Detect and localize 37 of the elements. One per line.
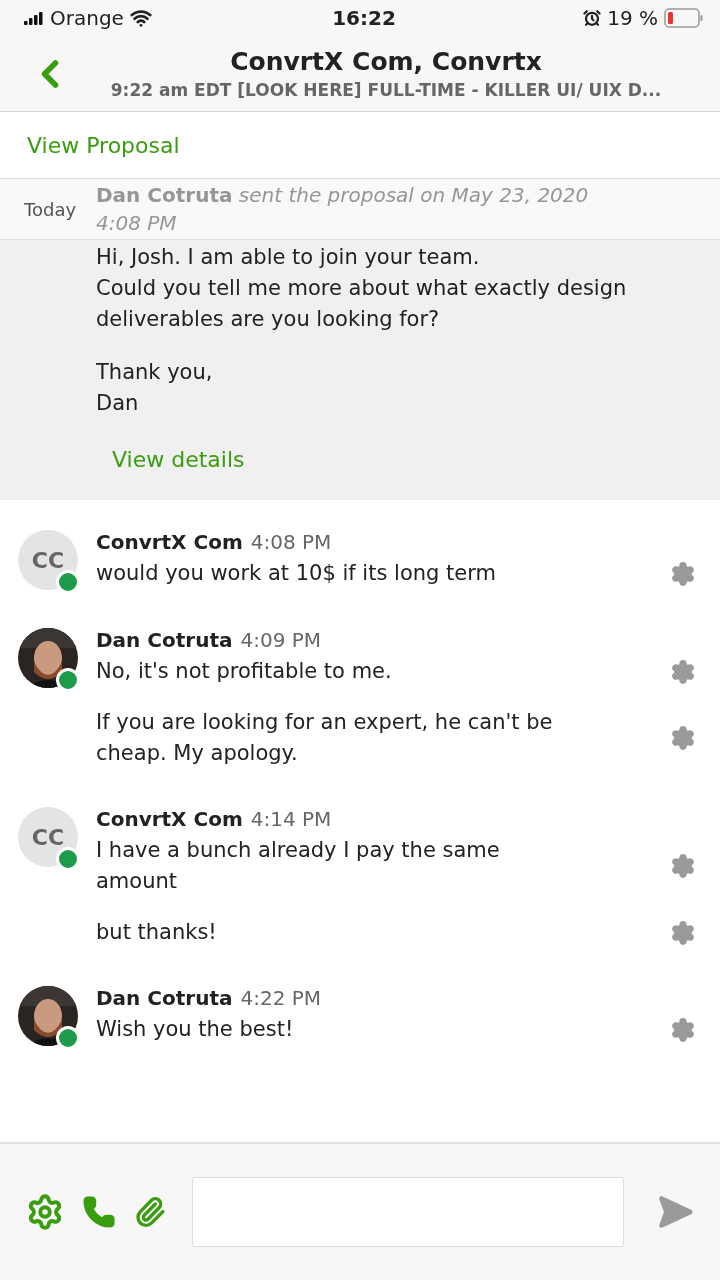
send-icon[interactable] — [656, 1193, 694, 1231]
view-details-link[interactable]: View details — [112, 447, 245, 472]
sender-name: ConvrtX Com — [96, 807, 243, 831]
sender-name: Dan Cotruta — [96, 986, 233, 1010]
message-time: 4:22 PM — [240, 986, 322, 1010]
message-input[interactable] — [192, 1177, 624, 1247]
sender-name: ConvrtX Com — [96, 530, 243, 554]
proposal-sent-note: Dan Cotruta sent the proposal on May 23, 2020 4:08 PM — [96, 182, 590, 237]
clock: 16:22 — [332, 6, 396, 30]
proposal-text: Could you tell me more about what exactly design deliverables are you looking for? — [96, 275, 628, 333]
message-text: I have a bunch already I pay the same amount — [96, 837, 501, 895]
battery-icon — [664, 8, 704, 28]
carrier-name: Orange — [50, 6, 124, 30]
message-time: 4:09 PM — [240, 628, 322, 652]
message-time: 4:14 PM — [250, 807, 332, 831]
date-divider: Today — [24, 199, 77, 220]
avatar: CC — [18, 807, 78, 867]
message-text: but thanks! — [96, 919, 218, 946]
wifi-icon — [129, 7, 152, 29]
avatar: CC — [18, 530, 78, 590]
alarm-icon — [583, 9, 602, 27]
signal-icon — [24, 11, 44, 25]
message-text: would you work at 10$ if its long term — [96, 560, 497, 587]
proposal-text: Thank you, — [96, 359, 214, 386]
chat-title: ConvrtX Com, Convrtx — [230, 47, 542, 76]
message-text: Wish you the best! — [96, 1016, 295, 1043]
message-time: 4:08 PM — [250, 530, 332, 554]
chat-subtitle: 9:22 am EDT [LOOK HERE] FULL-TIME - KILLER UI/ UIX D... — [110, 80, 662, 100]
phone-icon[interactable] — [82, 1195, 116, 1229]
message-text: No, it's not profitable to me. — [96, 658, 393, 685]
sender-name: Dan Cotruta — [96, 628, 233, 652]
paperclip-icon[interactable] — [134, 1196, 166, 1228]
battery-percent: 19 % — [607, 6, 658, 30]
proposal-text: Hi, Josh. I am able to join your team. — [96, 244, 481, 271]
proposal-text: Dan — [96, 390, 140, 417]
view-proposal-link[interactable]: View Proposal — [27, 132, 180, 158]
message-text: If you are looking for an expert, he can't be cheap. My apology. — [96, 709, 554, 767]
